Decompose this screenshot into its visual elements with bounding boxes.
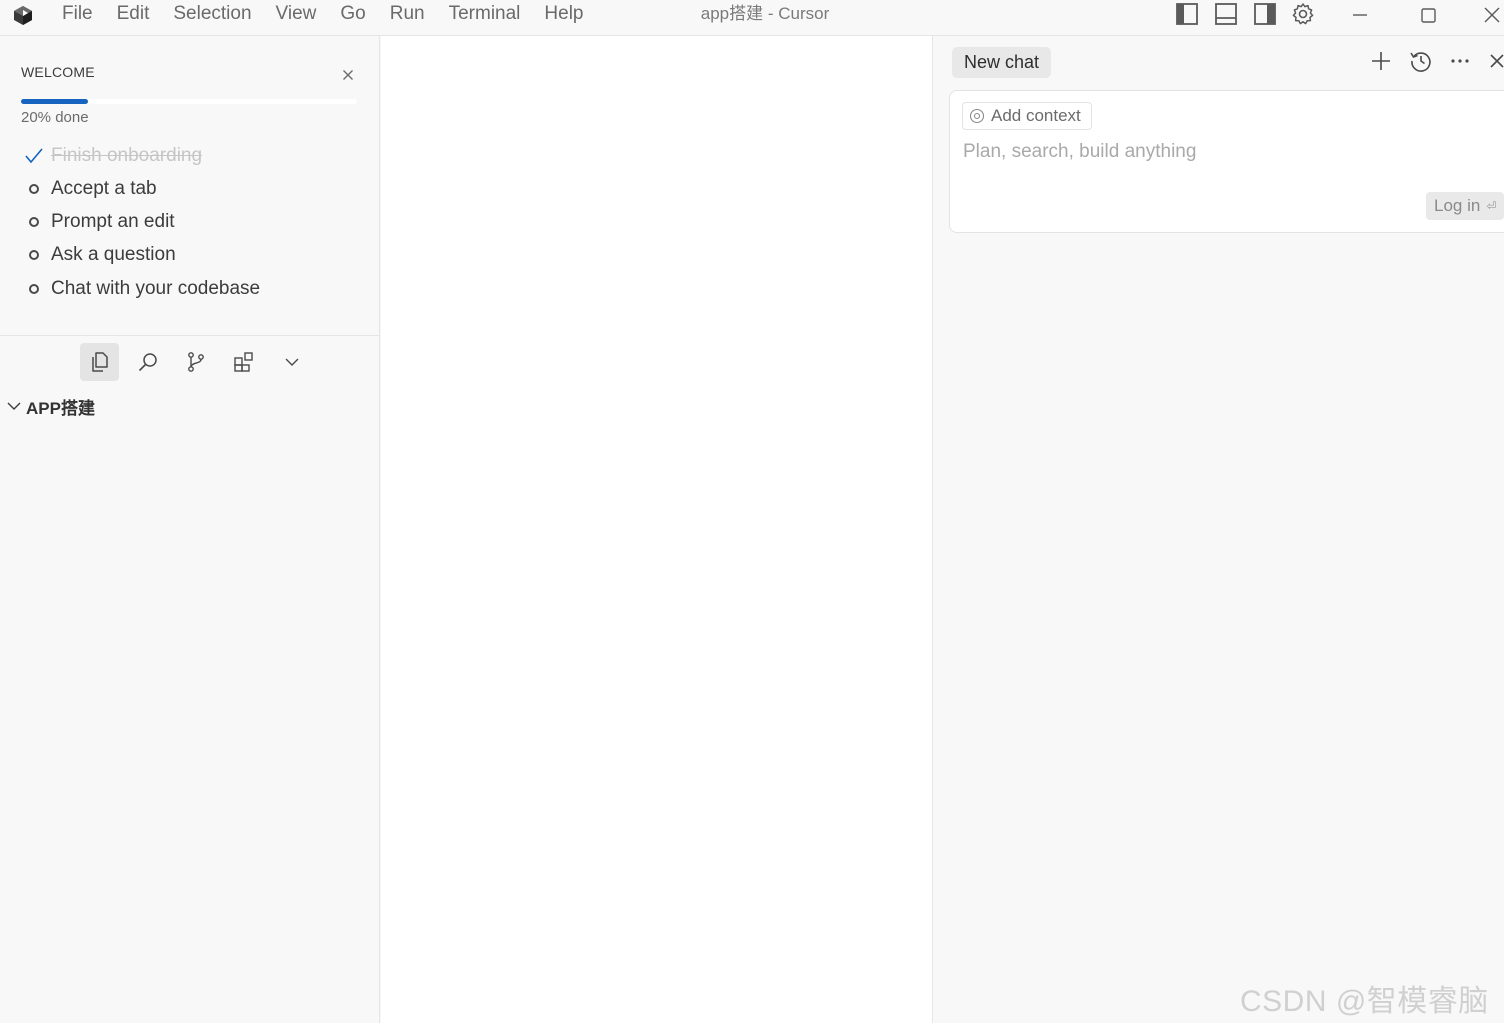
- chevron-down-icon: [285, 358, 298, 366]
- editor-area[interactable]: [381, 36, 933, 1023]
- watermark: CSDN @智模睿脑君: [1240, 985, 1489, 1018]
- chevron-down-icon: [7, 402, 21, 410]
- chat-composer: Add context Plan, search, build anything…: [949, 90, 1504, 233]
- circle-icon: [24, 279, 44, 299]
- login-label: Log in: [1434, 196, 1481, 215]
- extensions-icon: [233, 352, 253, 372]
- at-icon: [969, 108, 985, 124]
- settings-gear-icon[interactable]: [1291, 2, 1315, 26]
- task-label: Ask a question: [51, 244, 176, 265]
- progress-bar: [21, 99, 357, 104]
- source-control-button[interactable]: [176, 343, 215, 381]
- circle-icon: [24, 179, 44, 199]
- more-views-button[interactable]: [272, 343, 311, 381]
- title-bar: File Edit Selection View Go Run Terminal…: [0, 0, 1504, 36]
- plus-icon[interactable]: [1368, 48, 1394, 74]
- enter-icon: ⏎: [1486, 199, 1497, 213]
- primary-sidebar: WELCOME 20% done Finish onboarding Accep…: [0, 36, 380, 1023]
- toggle-panel-icon[interactable]: [1214, 2, 1238, 26]
- login-button[interactable]: Log in ⏎: [1426, 192, 1504, 220]
- extensions-button[interactable]: [224, 343, 263, 381]
- task-label: Prompt an edit: [51, 211, 175, 232]
- close-icon[interactable]: [1487, 48, 1504, 74]
- progress-fill: [21, 99, 89, 104]
- search-icon: [138, 353, 157, 372]
- toggle-primary-sidebar-icon[interactable]: [1175, 2, 1199, 26]
- welcome-title: WELCOME: [21, 64, 95, 80]
- task-label: Finish onboarding: [51, 145, 203, 166]
- folder-name: APP搭建: [26, 398, 95, 418]
- checkmark-icon: [24, 146, 44, 166]
- source-control-icon: [187, 352, 204, 372]
- close-icon[interactable]: [339, 66, 357, 84]
- task-ask-a-question[interactable]: Ask a question: [24, 241, 176, 269]
- window-title: app搭建 - Cursor: [700, 4, 830, 23]
- add-context-button[interactable]: Add context: [962, 102, 1092, 130]
- circle-icon: [24, 245, 44, 265]
- add-context-label: Add context: [991, 106, 1081, 125]
- explorer-icon: [91, 352, 108, 372]
- task-label: Chat with your codebase: [51, 278, 261, 299]
- history-icon[interactable]: [1408, 48, 1434, 74]
- circle-icon: [24, 212, 44, 232]
- minimize-icon[interactable]: [1347, 2, 1373, 28]
- task-prompt-an-edit[interactable]: Prompt an edit: [24, 208, 175, 236]
- task-finish-onboarding[interactable]: Finish onboarding: [24, 142, 202, 170]
- task-accept-a-tab[interactable]: Accept a tab: [24, 175, 157, 203]
- explorer-button[interactable]: [80, 343, 119, 381]
- chat-panel: New chat Add context Plan, search, build…: [934, 36, 1504, 1023]
- toggle-secondary-sidebar-icon[interactable]: [1253, 2, 1277, 26]
- chat-input[interactable]: Plan, search, build anything: [963, 141, 1196, 163]
- welcome-panel: WELCOME 20% done Finish onboarding Accep…: [0, 36, 380, 336]
- task-label: Accept a tab: [51, 178, 157, 199]
- explorer-folder-header[interactable]: APP搭建: [6, 394, 95, 418]
- tab-new-chat[interactable]: New chat: [952, 47, 1052, 78]
- task-chat-with-codebase[interactable]: Chat with your codebase: [24, 275, 260, 303]
- more-icon[interactable]: [1447, 48, 1473, 74]
- close-window-icon[interactable]: [1478, 2, 1504, 28]
- search-button[interactable]: [128, 343, 167, 381]
- progress-text: 20% done: [21, 109, 89, 126]
- maximize-icon[interactable]: [1415, 2, 1441, 28]
- activity-bar: [80, 343, 320, 381]
